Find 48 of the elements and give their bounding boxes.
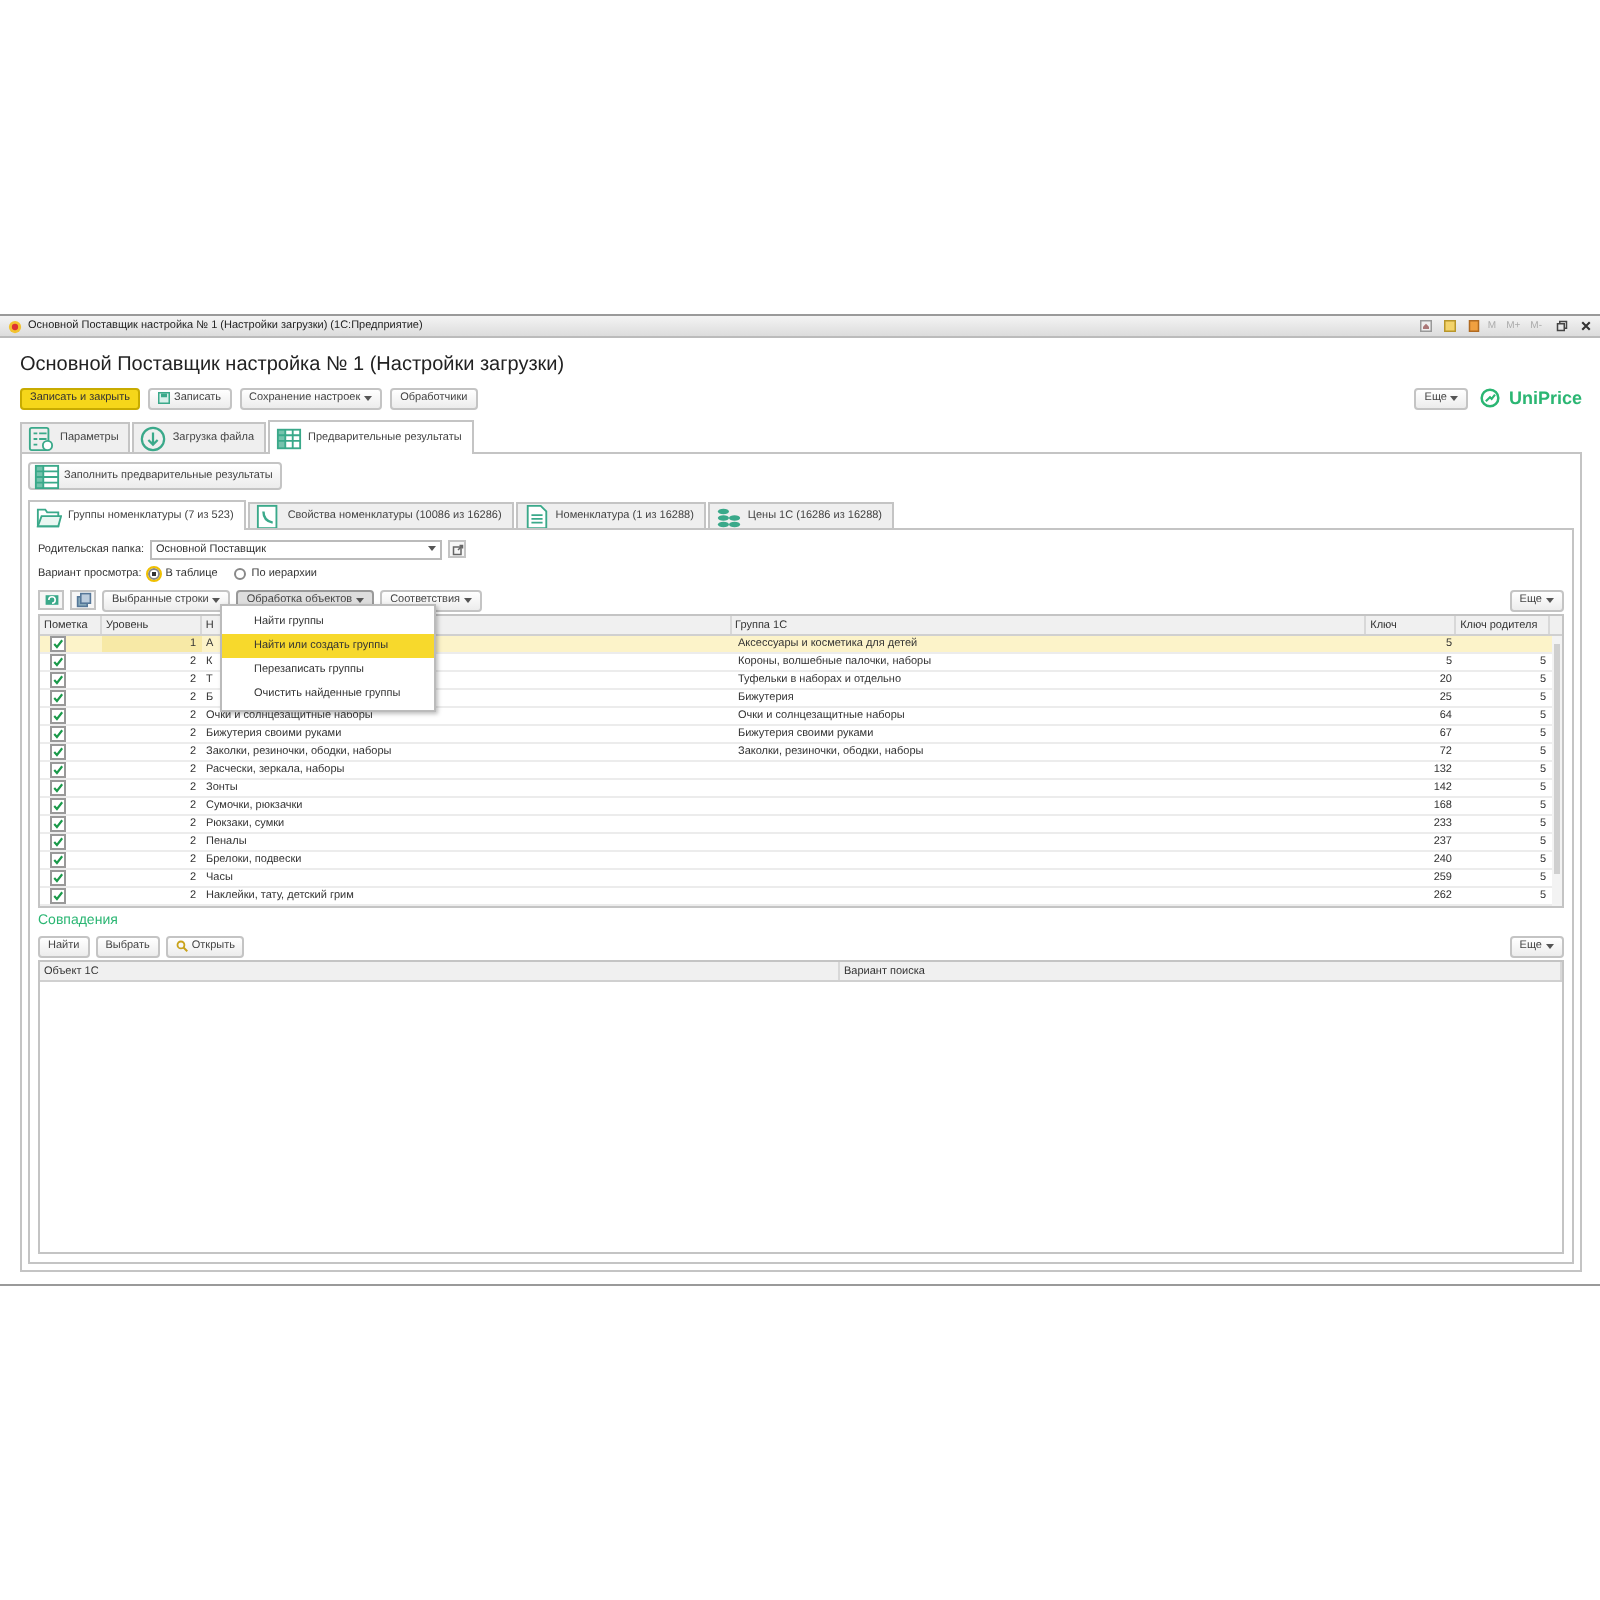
caret-icon (1546, 597, 1554, 603)
caret-icon (464, 597, 473, 603)
download-icon (140, 425, 167, 451)
form-heading: Основной Поставщик настройка № 1 (Настройки загрузки) (20, 354, 567, 376)
radio-button[interactable] (233, 567, 246, 579)
checkbox[interactable] (50, 672, 66, 688)
caret-icon (1546, 943, 1554, 949)
home-icon[interactable] (1419, 320, 1432, 332)
document-icon (523, 503, 550, 529)
caret-icon (428, 546, 437, 552)
scrollbar[interactable] (1552, 636, 1562, 906)
search-icon (175, 940, 188, 952)
checkbox[interactable] (50, 726, 66, 742)
checkbox[interactable] (50, 870, 66, 886)
copy-icon (75, 592, 91, 608)
table-icon (276, 425, 303, 451)
checkbox[interactable] (50, 762, 66, 778)
logo-text: UniPrice (1508, 388, 1582, 408)
toolbar-button[interactable] (70, 590, 96, 610)
checkbox[interactable] (50, 780, 66, 796)
app-logo-icon (8, 319, 22, 333)
caret-icon (212, 597, 221, 603)
refresh-icon (43, 592, 59, 608)
checkbox[interactable] (50, 888, 66, 904)
checkbox[interactable] (50, 744, 66, 760)
table-icon (34, 463, 60, 489)
radio-button[interactable] (147, 567, 160, 579)
checkbox[interactable] (50, 708, 66, 724)
logo-icon (1480, 388, 1501, 408)
document-icon (255, 503, 282, 529)
caret-icon (1450, 395, 1459, 401)
close-icon[interactable] (1580, 320, 1592, 332)
open-icon (451, 543, 464, 555)
checkbox[interactable] (50, 690, 66, 706)
checkbox[interactable] (50, 816, 66, 832)
folder-icon (36, 503, 62, 529)
checkbox[interactable] (50, 852, 66, 868)
caret-icon (364, 395, 373, 401)
checkbox[interactable] (50, 636, 66, 652)
checkbox[interactable] (50, 798, 66, 814)
checkbox[interactable] (50, 654, 66, 670)
restore-icon[interactable] (1556, 320, 1568, 332)
toolbar-button[interactable] (38, 590, 64, 610)
checklist-icon (28, 425, 54, 451)
checkbox[interactable] (50, 834, 66, 850)
coins-icon (715, 503, 742, 529)
open-button[interactable] (448, 540, 467, 558)
save-icon (158, 392, 171, 404)
